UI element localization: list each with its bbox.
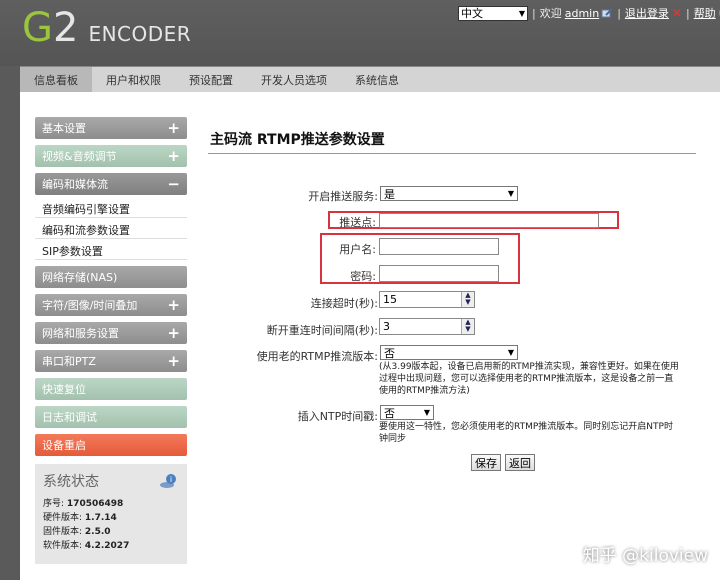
close-icon[interactable]: ✕ — [672, 6, 682, 20]
chevron-down-icon: ▼ — [423, 408, 430, 417]
sidebar-item-reboot[interactable]: 设备重启 — [35, 434, 187, 456]
push-url-label: 推送点: — [339, 216, 376, 229]
sidebar-item-encode-stream[interactable]: 编码和媒体流 − — [35, 173, 187, 195]
language-select[interactable]: 中文 ▼ — [458, 5, 528, 21]
sidebar-subitem-sip[interactable]: SIP参数设置 — [35, 239, 187, 260]
sidebar-subitem-encode-params[interactable]: 编码和流参数设置 — [35, 218, 187, 239]
plus-icon: + — [167, 119, 180, 137]
g2-encoder-logo: G 2 ENCODER — [22, 6, 191, 50]
sidebar-item-basic[interactable]: 基本设置 + — [35, 117, 187, 139]
spinner-arrows-icon[interactable]: ▲ ▼ — [461, 319, 474, 334]
save-button[interactable]: 保存 — [471, 454, 501, 471]
tab-presets[interactable]: 预设配置 — [175, 67, 247, 92]
main-nav-tabs: 信息看板 用户和权限 预设配置 开发人员选项 系统信息 — [20, 66, 720, 92]
sidebar-item-network[interactable]: 网络和服务设置 + — [35, 322, 187, 344]
page-title: 主码流 RTMP推送参数设置 — [210, 132, 385, 148]
svg-text:i: i — [170, 475, 172, 484]
title-divider — [208, 153, 696, 154]
logo-encoder: ENCODER — [88, 22, 192, 46]
language-value: 中文 — [461, 7, 483, 20]
plus-icon: + — [167, 352, 180, 370]
ntp-select[interactable]: 否 ▼ — [380, 405, 434, 420]
username-label: 用户名: — [339, 243, 376, 256]
system-status-panel: 系统状态 i 序号: 170506498 硬件版本: 1.7.14 固件版本: … — [35, 464, 187, 564]
sidebar-item-video-audio[interactable]: 视频&音频调节 + — [35, 145, 187, 167]
help-link[interactable]: 帮助 — [694, 5, 716, 21]
info-icon: i — [160, 474, 176, 488]
old-rtmp-note: (从3.99版本起，设备已启用新的RTMP推流实现，兼容性更好。如果在使用 过程… — [379, 362, 679, 396]
sidebar-item-label: 视频&音频调节 — [42, 150, 117, 163]
old-rtmp-label: 使用老的RTMP推流版本: — [256, 350, 378, 363]
sidebar-item-label: 基本设置 — [42, 122, 86, 135]
ntp-label: 插入NTP时间戳: — [297, 410, 378, 423]
old-rtmp-select[interactable]: 否 ▼ — [380, 345, 518, 360]
timeout-value: 15 — [383, 293, 397, 306]
content-area: 基本设置 + 视频&音频调节 + 编码和媒体流 − 音频编码引擎设置 编码和流参… — [20, 92, 720, 580]
sidebar: 基本设置 + 视频&音频调节 + 编码和媒体流 − 音频编码引擎设置 编码和流参… — [35, 117, 187, 564]
enable-push-select[interactable]: 是 ▼ — [380, 186, 518, 201]
divider: | — [617, 6, 621, 20]
reconnect-label: 断开重连时间间隔(秒): — [266, 324, 378, 337]
status-serial: 序号: 170506498 — [43, 499, 124, 509]
top-toolbar: 中文 ▼ | 欢迎 admin | 退出登录 ✕ | 帮助 ? — [458, 5, 720, 21]
timeout-spinner[interactable]: 15 ▲ ▼ — [379, 291, 475, 308]
status-software: 软件版本: 4.2.2027 — [43, 541, 130, 551]
status-hardware: 硬件版本: 1.7.14 — [43, 513, 117, 523]
ntp-note: 要使用这一特性，您必须使用老的RTMP推流版本。同时别忘记开启NTP时 钟同步 — [379, 422, 673, 444]
username-input[interactable] — [379, 238, 499, 255]
chevron-down-icon: ▼ — [507, 189, 514, 198]
edit-user-icon[interactable] — [601, 8, 613, 18]
logout-link[interactable]: 退出登录 — [625, 5, 669, 21]
sidebar-item-log-debug[interactable]: 日志和调试 — [35, 406, 187, 428]
spinner-arrows-icon[interactable]: ▲ ▼ — [461, 292, 474, 307]
ntp-value: 否 — [384, 406, 395, 420]
sidebar-subitem-audio-engine[interactable]: 音频编码引擎设置 — [35, 197, 187, 218]
timeout-label: 连接超时(秒): — [310, 297, 378, 310]
chevron-down-icon: ▼ — [518, 8, 525, 18]
push-url-input[interactable] — [379, 213, 599, 228]
password-label: 密码: — [350, 270, 376, 283]
reconnect-value: 3 — [383, 320, 390, 333]
sidebar-item-label: 串口和PTZ — [42, 355, 96, 368]
sidebar-item-label: 日志和调试 — [42, 411, 97, 424]
tab-system-info[interactable]: 系统信息 — [341, 67, 413, 92]
sidebar-submenu: 音频编码引擎设置 编码和流参数设置 SIP参数设置 — [35, 197, 187, 260]
tab-users[interactable]: 用户和权限 — [92, 67, 175, 92]
header: G 2 ENCODER 中文 ▼ | 欢迎 admin | 退出登录 ✕ | 帮… — [0, 0, 720, 66]
user-link[interactable]: admin — [565, 7, 599, 20]
back-button[interactable]: 返回 — [505, 454, 535, 471]
plus-icon: + — [167, 147, 180, 165]
tab-developer[interactable]: 开发人员选项 — [247, 67, 341, 92]
enable-push-label: 开启推送服务: — [308, 190, 378, 203]
old-rtmp-value: 否 — [384, 346, 395, 360]
sidebar-item-label: 网络存储(NAS) — [42, 271, 118, 284]
sidebar-item-label: 设备重启 — [42, 439, 86, 452]
sidebar-item-label: 快速复位 — [42, 383, 86, 396]
sidebar-item-serial-ptz[interactable]: 串口和PTZ + — [35, 350, 187, 372]
sidebar-item-quick-reset[interactable]: 快速复位 — [35, 378, 187, 400]
minus-icon: − — [167, 175, 180, 193]
sidebar-item-label: 网络和服务设置 — [42, 327, 119, 340]
sidebar-item-label: 编码和媒体流 — [42, 178, 108, 191]
watermark: 知乎 @kiloview — [582, 546, 708, 566]
chevron-down-icon: ▼ — [507, 348, 514, 357]
reconnect-spinner[interactable]: 3 ▲ ▼ — [379, 318, 475, 335]
password-input[interactable] — [379, 265, 499, 282]
tab-dashboard[interactable]: 信息看板 — [20, 67, 92, 92]
plus-icon: + — [167, 296, 180, 314]
logo-g: G — [22, 5, 53, 51]
logo-2: 2 — [53, 5, 79, 51]
sidebar-item-label: 字符/图像/时间叠加 — [42, 299, 138, 312]
sidebar-item-osd[interactable]: 字符/图像/时间叠加 + — [35, 294, 187, 316]
enable-push-value: 是 — [384, 187, 395, 201]
plus-icon: + — [167, 324, 180, 342]
welcome-text: 欢迎 — [539, 7, 562, 20]
divider: | — [532, 6, 536, 20]
status-firmware: 固件版本: 2.5.0 — [43, 527, 111, 537]
divider: | — [685, 6, 690, 20]
sidebar-item-nas[interactable]: 网络存储(NAS) — [35, 266, 187, 288]
